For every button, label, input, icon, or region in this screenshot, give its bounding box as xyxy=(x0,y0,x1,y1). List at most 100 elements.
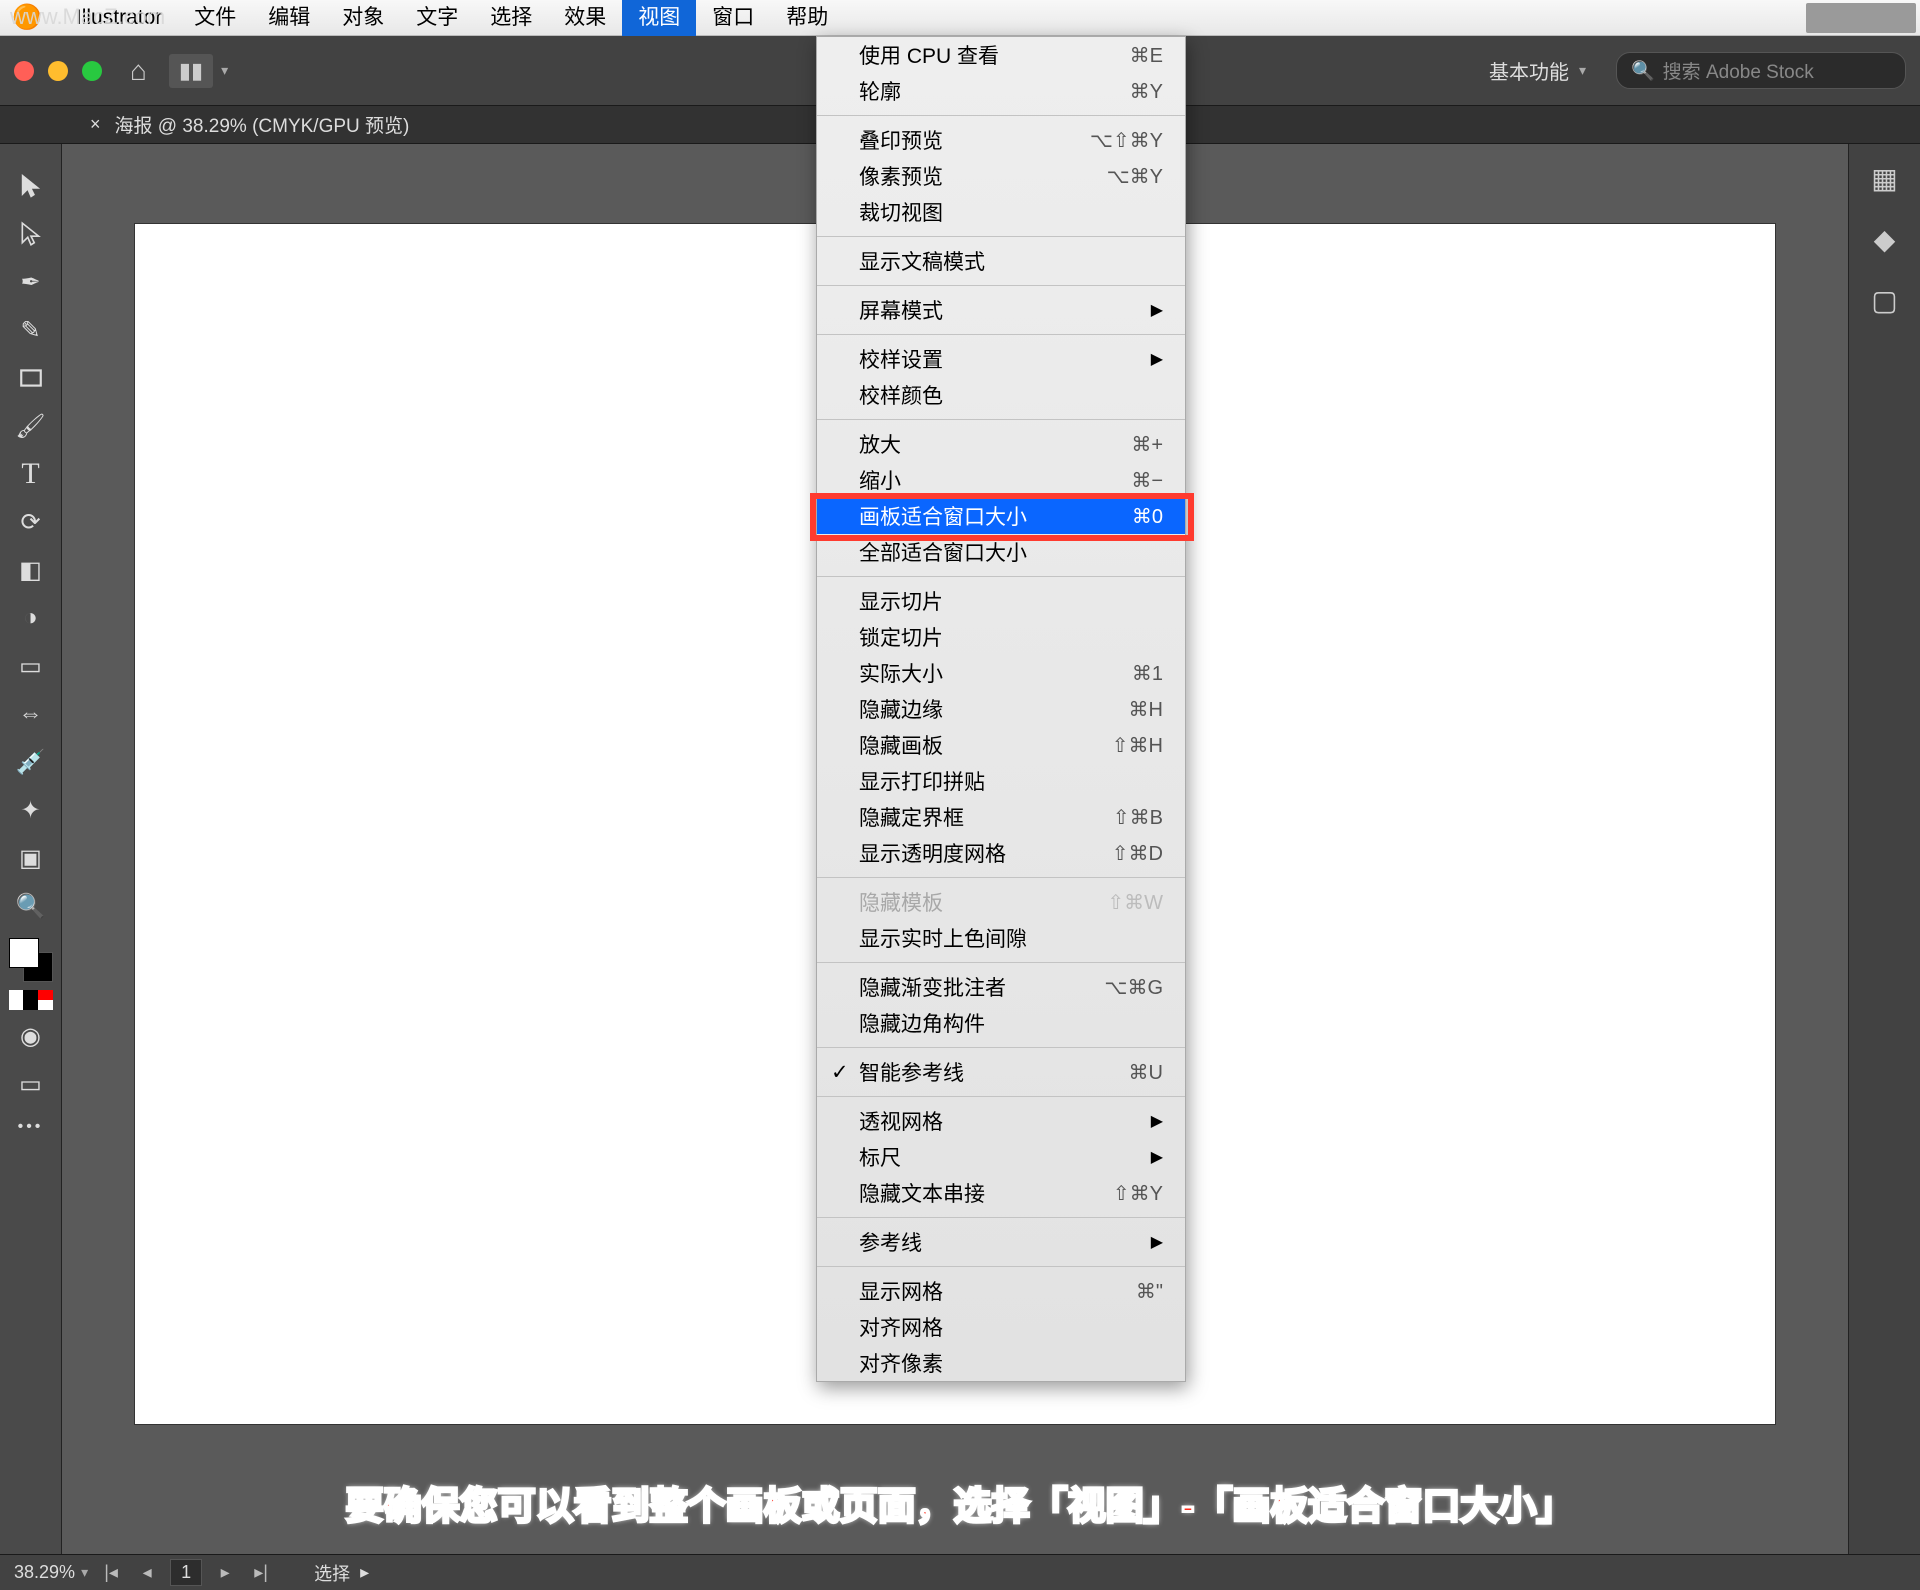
menu-item[interactable]: 裁切视图 xyxy=(817,194,1185,230)
workspace-selector[interactable]: 基本功能 ▾ xyxy=(1489,56,1586,85)
menu-item[interactable]: 轮廓⌘Y xyxy=(817,73,1185,109)
menu-item[interactable]: ✓智能参考线⌘U xyxy=(817,1054,1185,1090)
layers-panel-icon[interactable]: ◆ xyxy=(1874,223,1896,256)
menu-item[interactable]: 屏幕模式▶ xyxy=(817,292,1185,328)
menu-item[interactable]: 参考线▶ xyxy=(817,1224,1185,1260)
menu-item[interactable]: 画板适合窗口大小⌘0 xyxy=(817,498,1185,534)
menu-item-label: 像素预览 xyxy=(859,161,1107,191)
edit-toolbar-icon[interactable]: ••• xyxy=(18,1118,44,1136)
eyedropper-tool-icon[interactable]: 💉 xyxy=(9,740,53,784)
menu-item[interactable]: 隐藏渐变批注者⌥⌘G xyxy=(817,969,1185,1005)
menu-item[interactable]: 显示网格⌘" xyxy=(817,1273,1185,1309)
chevron-down-icon[interactable]: ▾ xyxy=(221,62,228,79)
menu-item[interactable]: 全部适合窗口大小 xyxy=(817,534,1185,570)
gradient-tool-icon[interactable]: ▭ xyxy=(9,644,53,688)
menu-item[interactable]: 隐藏画板⇧⌘H xyxy=(817,727,1185,763)
fill-stroke-swatch[interactable] xyxy=(9,938,53,982)
menu-separator xyxy=(817,1266,1185,1267)
menu-item[interactable]: 校样颜色 xyxy=(817,377,1185,413)
rotate-tool-icon[interactable]: ⟳ xyxy=(9,500,53,544)
menu-shortcut: ⌘E xyxy=(1130,43,1163,68)
first-artboard-icon[interactable]: |◂ xyxy=(98,1562,124,1583)
shape-builder-tool-icon[interactable]: ◑ xyxy=(9,596,53,640)
menu-item[interactable]: 校样设置▶ xyxy=(817,341,1185,377)
minimize-window-icon[interactable] xyxy=(48,61,68,81)
direct-selection-tool-icon[interactable] xyxy=(9,212,53,256)
close-tab-icon[interactable]: × xyxy=(90,114,101,135)
menu-item-label: 隐藏文本串接 xyxy=(859,1178,1113,1208)
menubar-effect[interactable]: 效果 xyxy=(548,0,622,36)
menu-item-label: 隐藏渐变批注者 xyxy=(859,972,1104,1002)
menu-item[interactable]: 隐藏边角构件 xyxy=(817,1005,1185,1041)
menubar-view[interactable]: 视图 xyxy=(622,0,696,36)
menu-item[interactable]: 显示打印拼贴 xyxy=(817,763,1185,799)
eraser-tool-icon[interactable]: ◧ xyxy=(9,548,53,592)
menu-separator xyxy=(817,334,1185,335)
submenu-arrow-icon: ▶ xyxy=(1151,1147,1163,1167)
menubar-window[interactable]: 窗口 xyxy=(696,0,770,36)
menu-item[interactable]: 缩小⌘− xyxy=(817,462,1185,498)
artboard-index[interactable]: 1 xyxy=(170,1559,202,1586)
selection-tool-icon[interactable] xyxy=(9,164,53,208)
libraries-panel-icon[interactable]: ▢ xyxy=(1871,284,1897,317)
menu-item[interactable]: 对齐网格 xyxy=(817,1309,1185,1345)
apple-logo-icon: 🟠 xyxy=(12,3,42,32)
document-tab-title[interactable]: 海报 @ 38.29% (CMYK/GPU 预览) xyxy=(115,111,410,138)
menu-item[interactable]: 锁定切片 xyxy=(817,619,1185,655)
menu-shortcut: ⌘+ xyxy=(1131,432,1163,457)
menu-shortcut: ⌘0 xyxy=(1132,504,1163,529)
menubar-edit[interactable]: 编辑 xyxy=(252,0,326,36)
screen-mode-icon[interactable]: ▭ xyxy=(9,1062,53,1106)
pen-tool-icon[interactable]: ✒ xyxy=(9,260,53,304)
menu-shortcut: ⌘− xyxy=(1131,468,1163,493)
menubar-object[interactable]: 对象 xyxy=(326,0,400,36)
menu-item[interactable]: 透视网格▶ xyxy=(817,1103,1185,1139)
width-tool-icon[interactable]: ⇔ xyxy=(9,692,53,736)
last-artboard-icon[interactable]: ▸| xyxy=(248,1562,274,1583)
menu-item[interactable]: 对齐像素 xyxy=(817,1345,1185,1381)
menu-item-label: 隐藏定界框 xyxy=(859,802,1113,832)
menu-item[interactable]: 实际大小⌘1 xyxy=(817,655,1185,691)
zoom-level[interactable]: 38.29% ▾ xyxy=(14,1562,88,1583)
prev-artboard-icon[interactable]: ◂ xyxy=(134,1562,160,1583)
curvature-tool-icon[interactable]: ✎ xyxy=(9,308,53,352)
menu-item[interactable]: 显示实时上色间隙 xyxy=(817,920,1185,956)
menu-item[interactable]: 隐藏边缘⌘H xyxy=(817,691,1185,727)
menubar-file[interactable]: 文件 xyxy=(178,0,252,36)
close-window-icon[interactable] xyxy=(14,61,34,81)
menu-item[interactable]: 隐藏文本串接⇧⌘Y xyxy=(817,1175,1185,1211)
menu-item[interactable]: 显示文稿模式 xyxy=(817,243,1185,279)
menu-shortcut: ⌥⇧⌘Y xyxy=(1090,128,1163,153)
menu-item[interactable]: 显示切片 xyxy=(817,583,1185,619)
layout-arrange-icon[interactable]: ▮▮ xyxy=(169,54,213,88)
workspace-label: 基本功能 xyxy=(1489,56,1569,85)
properties-panel-icon[interactable]: ▦ xyxy=(1871,162,1897,195)
menubar-text[interactable]: 文字 xyxy=(400,0,474,36)
menubar-select[interactable]: 选择 xyxy=(474,0,548,36)
menubar-help[interactable]: 帮助 xyxy=(770,0,844,36)
menu-item[interactable]: 显示透明度网格⇧⌘D xyxy=(817,835,1185,871)
type-tool-icon[interactable]: T xyxy=(9,452,53,496)
menu-item[interactable]: 放大⌘+ xyxy=(817,426,1185,462)
menu-item[interactable]: 标尺▶ xyxy=(817,1139,1185,1175)
menubar-app[interactable]: Illustrator xyxy=(60,0,178,36)
menu-shortcut: ⇧⌘H xyxy=(1112,733,1163,758)
artboard-tool-icon[interactable]: ▣ xyxy=(9,836,53,880)
menu-item[interactable]: 叠印预览⌥⇧⌘Y xyxy=(817,122,1185,158)
zoom-tool-icon[interactable]: 🔍 xyxy=(9,884,53,928)
maximize-window-icon[interactable] xyxy=(82,61,102,81)
menu-item[interactable]: 隐藏定界框⇧⌘B xyxy=(817,799,1185,835)
draw-mode-icon[interactable]: ◉ xyxy=(9,1014,53,1058)
search-stock-input[interactable]: 🔍 搜索 Adobe Stock xyxy=(1616,52,1906,89)
blend-tool-icon[interactable]: ✦ xyxy=(9,788,53,832)
rectangle-tool-icon[interactable] xyxy=(9,356,53,400)
color-mode-row[interactable] xyxy=(9,990,53,1010)
right-panel: ▦ ◆ ▢ xyxy=(1848,144,1920,1554)
menu-item-label: 缩小 xyxy=(859,465,1131,495)
menu-item[interactable]: 使用 CPU 查看⌘E xyxy=(817,37,1185,73)
window-traffic-lights[interactable] xyxy=(14,61,102,81)
home-icon[interactable]: ⌂ xyxy=(130,55,147,87)
menu-item[interactable]: 像素预览⌥⌘Y xyxy=(817,158,1185,194)
paintbrush-tool-icon[interactable]: 🖌 xyxy=(9,404,53,448)
next-artboard-icon[interactable]: ▸ xyxy=(212,1562,238,1583)
